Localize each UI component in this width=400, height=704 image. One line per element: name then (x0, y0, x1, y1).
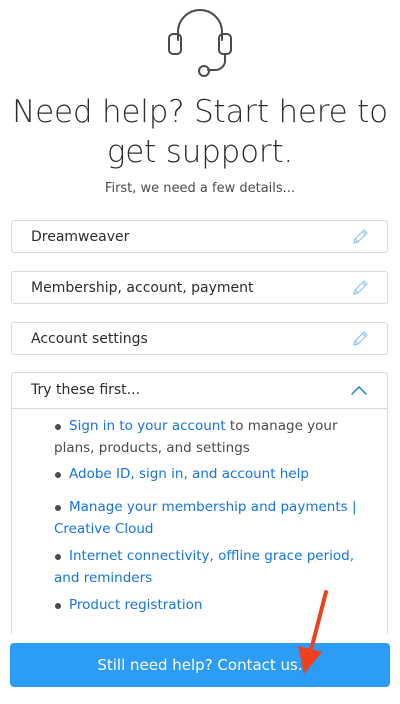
list-item: Manage your membership and payments | Cr… (54, 496, 364, 540)
red-arrow-icon (298, 590, 328, 674)
product-field[interactable]: Dreamweaver (11, 220, 388, 253)
manage-membership-link[interactable]: Manage your membership and payments | Cr… (54, 499, 357, 537)
bullet-icon (55, 505, 61, 511)
internet-connectivity-link[interactable]: Internet connectivity, offline grace per… (54, 548, 354, 586)
list-item: Adobe ID, sign in, and account help (54, 463, 364, 485)
page-title-line-1: Need help? Start here to (12, 94, 388, 130)
pencil-icon[interactable] (351, 330, 369, 348)
issue-field-label: Account settings (31, 331, 148, 347)
adobe-id-help-link[interactable]: Adobe ID, sign in, and account help (69, 466, 309, 482)
issue-field[interactable]: Account settings (11, 322, 388, 355)
bullet-icon (55, 424, 61, 430)
product-field-label: Dreamweaver (31, 229, 130, 245)
page-title-line-2: get support. (106, 134, 294, 170)
headset-icon (168, 9, 232, 77)
chevron-up-icon[interactable] (351, 385, 367, 395)
panel-header[interactable]: Try these first... (12, 373, 387, 409)
panel-title: Try these first... (31, 382, 141, 398)
list-item: Internet connectivity, offline grace per… (54, 545, 364, 589)
topic-field-label: Membership, account, payment (31, 280, 254, 296)
topic-field[interactable]: Membership, account, payment (11, 271, 388, 304)
page-subtitle: First, we need a few details... (104, 181, 296, 196)
sign-in-link[interactable]: Sign in to your account (69, 418, 226, 434)
bullet-icon (55, 603, 61, 609)
page-title: Need help? Start here to get support. (0, 92, 400, 172)
bullet-icon (55, 554, 61, 560)
bullet-icon (55, 472, 61, 478)
list-item: Sign in to your account to manage your p… (54, 415, 364, 459)
pencil-icon[interactable] (351, 228, 369, 246)
product-registration-link[interactable]: Product registration (69, 597, 202, 613)
pencil-icon[interactable] (351, 279, 369, 297)
